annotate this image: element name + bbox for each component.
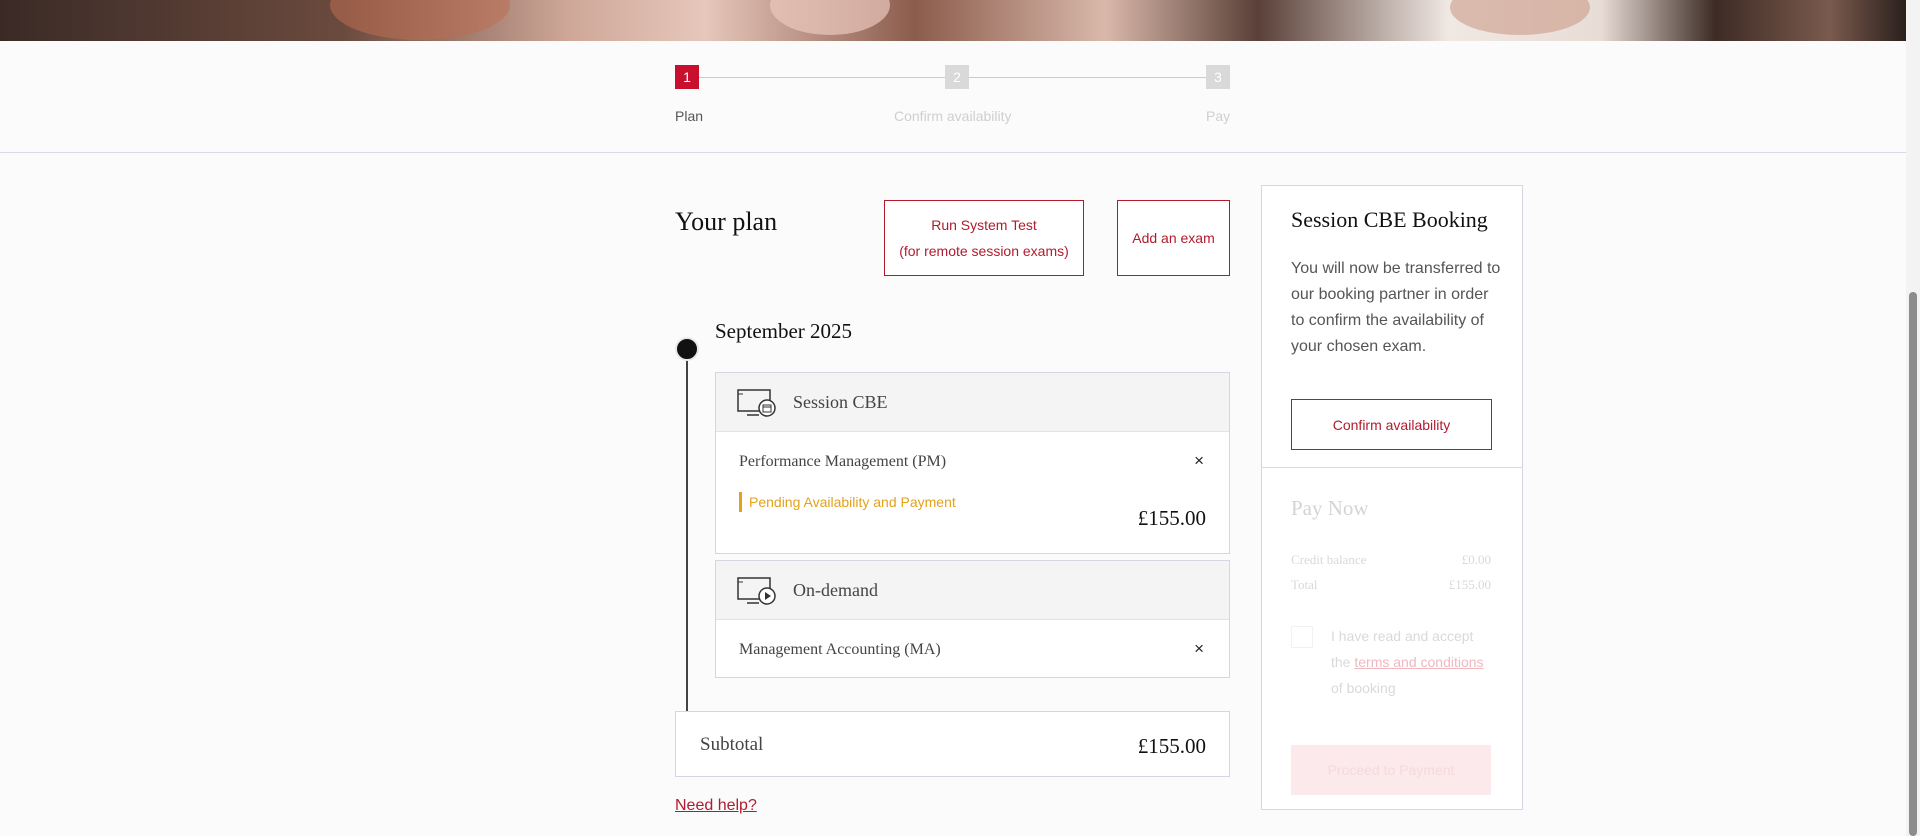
monitor-play-icon	[737, 577, 777, 610]
step-connector	[699, 77, 945, 78]
timeline-line	[686, 349, 688, 712]
session-cbe-card: Session CBE Performance Management (PM) …	[715, 372, 1230, 554]
add-exam-label: Add an exam	[1132, 230, 1215, 246]
subtotal-value: £155.00	[1137, 734, 1206, 758]
step-connector	[969, 77, 1206, 78]
card-header: Session CBE	[716, 373, 1229, 432]
terms-text: I have read and accept the terms and con…	[1331, 623, 1491, 701]
total-value: £155.00	[1448, 577, 1491, 592]
sidebar-divider	[1262, 467, 1522, 468]
booking-sidebar: Session CBE Booking You will now be tran…	[1261, 185, 1523, 810]
exam-price: £155.00	[1137, 506, 1206, 530]
sidebar-description: You will now be transferred to our booki…	[1291, 260, 1501, 355]
month-heading: September 2025	[715, 319, 853, 343]
step-3-number: 3	[1206, 65, 1230, 89]
monitor-calendar-icon	[737, 389, 777, 422]
hero-banner-image	[0, 0, 1906, 41]
page-title: Your plan	[675, 207, 778, 236]
step-1-label: Plan	[675, 108, 704, 124]
proceed-to-payment-button[interactable]: Proceed to Payment	[1291, 745, 1491, 795]
progress-stepper: 1 2 3 Plan Confirm availability Pay	[675, 65, 1230, 135]
step-3-label: Pay	[1206, 108, 1231, 124]
run-system-test-label: Run System Test	[931, 217, 1037, 233]
exam-name: Performance Management (PM)	[739, 453, 947, 470]
remove-exam-close-icon[interactable]: ×	[1194, 451, 1204, 471]
on-demand-card: On-demand Management Accounting (MA) ×	[715, 560, 1230, 678]
step-2-number: 2	[945, 65, 969, 89]
confirm-availability-button[interactable]: Confirm availability	[1291, 399, 1492, 450]
pay-now-title: Pay Now	[1291, 496, 1369, 520]
confirm-availability-label: Confirm availability	[1332, 416, 1451, 433]
credit-balance-row: Credit balance £0.00	[1291, 552, 1491, 568]
need-help-link[interactable]: Need help?	[675, 797, 757, 815]
terms-text-post: of booking	[1331, 680, 1396, 696]
exam-name: Management Accounting (MA)	[739, 641, 941, 658]
terms-checkbox[interactable]	[1291, 626, 1313, 648]
credit-balance-label: Credit balance	[1291, 552, 1367, 567]
step-1-number: 1	[675, 65, 699, 89]
group-name: On-demand	[793, 580, 878, 600]
sidebar-title: Session CBE Booking	[1291, 207, 1488, 232]
scrollbar-thumb[interactable]	[1909, 292, 1917, 836]
status-badge: Pending Availability and Payment	[739, 492, 956, 512]
terms-and-conditions-link[interactable]: terms and conditions	[1354, 654, 1483, 670]
subtotal-label: Subtotal	[700, 734, 764, 755]
total-label: Total	[1291, 577, 1318, 592]
run-system-test-button[interactable]: Run System Test (for remote session exam…	[884, 200, 1084, 276]
subtotal-box: Subtotal £155.00	[675, 711, 1230, 777]
run-system-test-sublabel: (for remote session exams)	[899, 243, 1069, 259]
timeline-dot	[675, 337, 699, 361]
remove-exam-close-icon[interactable]: ×	[1194, 639, 1204, 659]
credit-balance-value: £0.00	[1461, 552, 1491, 567]
group-name: Session CBE	[793, 392, 888, 412]
section-divider	[0, 152, 1906, 153]
step-2-label: Confirm availability	[894, 108, 1012, 124]
card-header: On-demand	[716, 561, 1229, 620]
total-row: Total £155.00	[1291, 577, 1491, 593]
add-exam-button[interactable]: Add an exam	[1117, 200, 1230, 276]
